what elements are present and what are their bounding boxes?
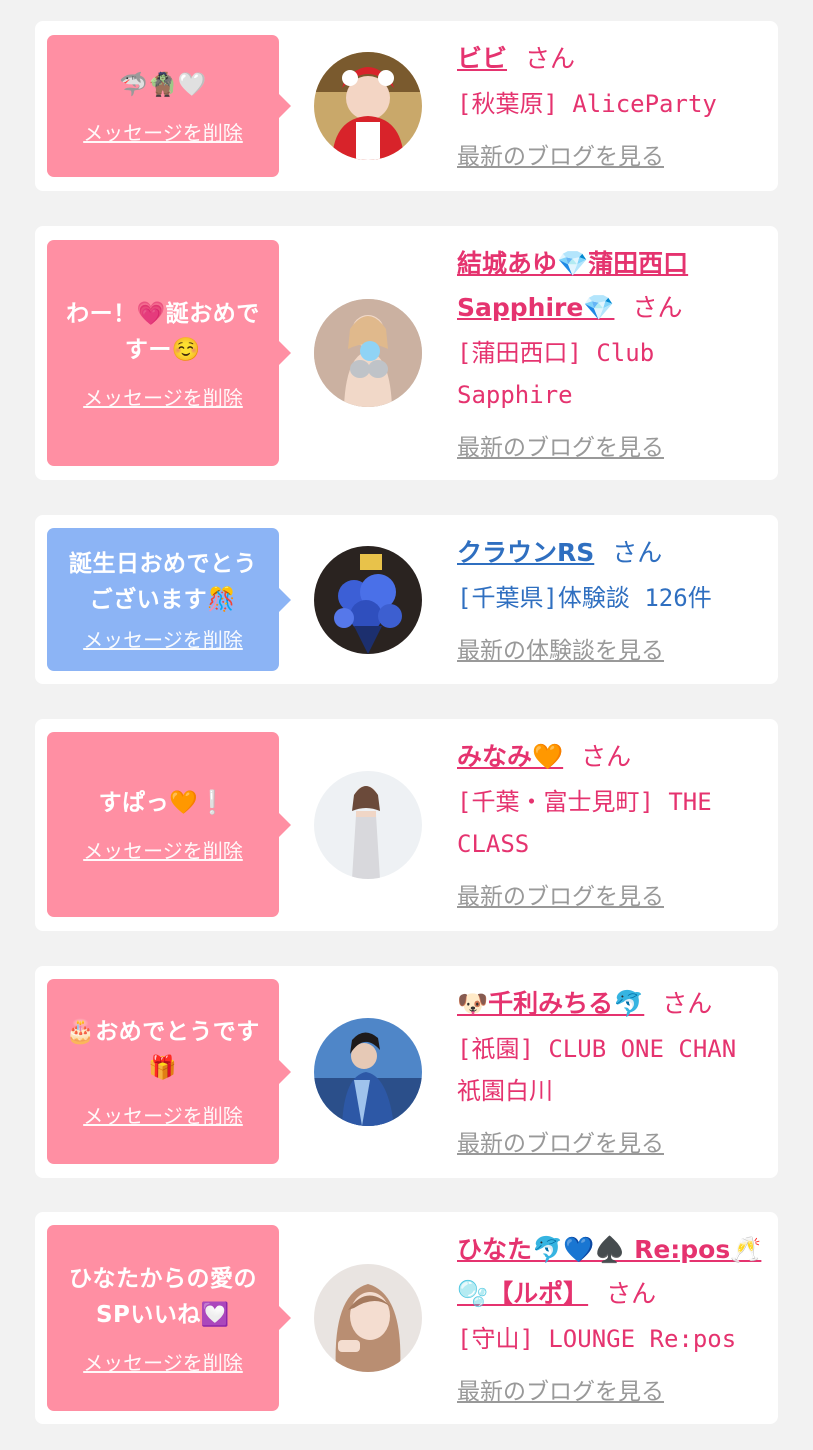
message-bubble: 🎂おめでとうです🎁 メッセージを削除 [47,979,291,1164]
cast-photo-avatar[interactable] [314,299,422,407]
message-list: 🦈🧌🤍 メッセージを削除 ビビ さん [秋葉原] AliceParty 最新のブロ… [0,0,813,1450]
message-card: すぱっ🧡❕ メッセージを削除 みなみ🧡 さん [千葉・富士見町] THE CLAS… [35,719,778,931]
message-card: 🦈🧌🤍 メッセージを削除 ビビ さん [秋葉原] AliceParty 最新のブロ… [35,21,778,191]
name-line: ひなた🐬💙♠️ Re:pos🥂🫧【ルポ】 さん [457,1228,767,1316]
message-bubble: わー！💗誕おめですー☺️ メッセージを削除 [47,240,291,466]
cast-info: クラウンRS さん [千葉県]体験談 126件 最新の体験談を見る [457,531,767,665]
message-bubble: 🦈🧌🤍 メッセージを削除 [47,35,291,177]
message-bubble: すぱっ🧡❕ メッセージを削除 [47,732,291,917]
message-text: 誕生日おめでとうございます🎊 [69,551,257,613]
message-text: ひなたからの愛のSPいいね💟 [69,1265,257,1328]
message-text: 🦈🧌🤍 [119,71,207,98]
cast-info: 🐶千利みちる🐬 さん [祇園] CLUB ONE CHAN 祇園白川 最新のブログ… [457,982,767,1158]
latest-blog-link[interactable]: 最新のブログを見る [457,428,767,462]
shop-label: [守山] LOUNGE Re:pos [457,1325,737,1353]
latest-blog-link[interactable]: 最新のブログを見る [457,877,767,911]
shop-label: [秋葉原] AliceParty [457,90,717,118]
cast-name-link[interactable]: みなみ🧡 [457,742,563,771]
cast-info: みなみ🧡 さん [千葉・富士見町] THE CLASS 最新のブログを見る [457,735,767,911]
honorific-suffix: さん [612,538,663,567]
cast-name-link[interactable]: ビビ [457,44,507,73]
shop-label: [蒲田西口] Club Sapphire [457,339,655,409]
message-card: 🎂おめでとうです🎁 メッセージを削除 🐶千利みちる🐬 さん [祇園] CLUB O… [35,966,778,1178]
name-line: クラウンRS さん [457,531,767,575]
delete-message-link[interactable]: メッセージを削除 [83,117,243,146]
reviewer-name-link[interactable]: クラウンRS [457,538,594,567]
delete-message-link[interactable]: メッセージを削除 [83,624,243,653]
latest-review-link[interactable]: 最新の体験談を見る [457,631,767,665]
honorific-suffix: さん [606,1279,657,1308]
message-card: 誕生日おめでとうございます🎊 メッセージを削除 クラウンRS さん [千葉県]体験… [35,515,778,684]
message-text: わー！💗誕おめですー☺️ [66,300,260,363]
cast-info: ひなた🐬💙♠️ Re:pos🥂🫧【ルポ】 さん [守山] LOUNGE Re:po… [457,1228,767,1406]
name-line: 🐶千利みちる🐬 さん [457,982,767,1026]
delete-message-link[interactable]: メッセージを削除 [83,1347,243,1376]
honorific-suffix: さん [632,293,683,322]
honorific-suffix: さん [662,989,713,1018]
delete-message-link[interactable]: メッセージを削除 [83,382,243,411]
shop-label: [祇園] CLUB ONE CHAN 祇園白川 [457,1035,737,1105]
delete-message-link[interactable]: メッセージを削除 [83,1100,243,1129]
message-card: ひなたからの愛のSPいいね💟 メッセージを削除 ひなた🐬💙♠️ Re:pos🥂🫧… [35,1212,778,1424]
latest-blog-link[interactable]: 最新のブログを見る [457,137,767,171]
cast-photo-avatar[interactable] [314,771,422,879]
cast-info: ビビ さん [秋葉原] AliceParty 最新のブログを見る [457,37,767,171]
cast-name-link[interactable]: 🐶千利みちる🐬 [457,989,644,1018]
message-bubble: ひなたからの愛のSPいいね💟 メッセージを削除 [47,1225,291,1411]
message-text: すぱっ🧡❕ [98,790,228,816]
cast-info: 結城あゆ💎蒲田西口Sapphire💎 さん [蒲田西口] Club Sapphir… [457,242,767,462]
shop-label: [千葉・富士見町] THE CLASS [457,788,712,858]
cast-photo-avatar[interactable] [314,1018,422,1126]
message-card: わー！💗誕おめですー☺️ メッセージを削除 結城あゆ💎蒲田西口Sapphire💎… [35,226,778,480]
latest-blog-link[interactable]: 最新のブログを見る [457,1372,767,1406]
message-bubble: 誕生日おめでとうございます🎊 メッセージを削除 [47,528,291,671]
latest-blog-link[interactable]: 最新のブログを見る [457,1124,767,1158]
flower-bouquet-avatar[interactable] [314,546,422,654]
honorific-suffix: さん [525,44,576,73]
review-count-label: [千葉県]体験談 126件 [457,584,712,612]
cast-photo-avatar[interactable] [314,52,422,160]
honorific-suffix: さん [581,742,632,771]
name-line: ビビ さん [457,37,767,81]
name-line: 結城あゆ💎蒲田西口Sapphire💎 さん [457,242,767,330]
name-line: みなみ🧡 さん [457,735,767,779]
cast-photo-avatar[interactable] [314,1264,422,1372]
message-text: 🎂おめでとうです🎁 [66,1019,260,1081]
delete-message-link[interactable]: メッセージを削除 [83,835,243,864]
